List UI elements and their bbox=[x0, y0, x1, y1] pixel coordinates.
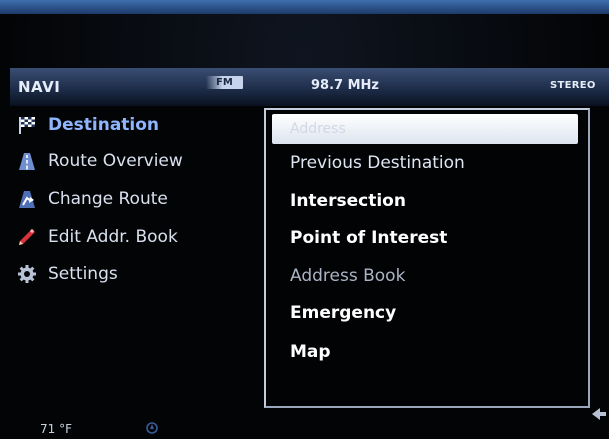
compass-icon bbox=[145, 420, 159, 434]
menu-item-label: Destination bbox=[48, 115, 160, 135]
menu-item-destination[interactable]: Destination bbox=[16, 110, 159, 140]
option-intersection[interactable]: Intersection bbox=[266, 186, 588, 216]
road-icon bbox=[16, 150, 38, 172]
checkered-flag-icon bbox=[16, 114, 38, 136]
menu-item-label: Route Overview bbox=[48, 151, 183, 171]
menu-item-label: Edit Addr. Book bbox=[48, 227, 178, 247]
menu-item-route-overview[interactable]: Route Overview bbox=[16, 146, 183, 176]
option-label: Emergency bbox=[290, 303, 397, 323]
option-previous-destination[interactable]: Previous Destination bbox=[266, 148, 588, 178]
option-label: Address Book bbox=[290, 266, 406, 286]
menu-item-label: Change Route bbox=[48, 189, 168, 209]
option-address[interactable]: Address bbox=[272, 114, 578, 144]
option-map[interactable]: Map bbox=[266, 337, 588, 367]
option-label: Intersection bbox=[290, 191, 406, 211]
stereo-indicator: STEREO bbox=[550, 80, 596, 91]
menu-item-label: Settings bbox=[48, 264, 118, 284]
route-arrow-icon bbox=[16, 188, 38, 210]
option-emergency[interactable]: Emergency bbox=[266, 298, 588, 328]
option-point-of-interest[interactable]: Point of Interest bbox=[266, 223, 588, 253]
outside-temperature: 71 °F bbox=[40, 422, 72, 436]
pencil-icon bbox=[16, 226, 38, 248]
radio-band-badge: FM bbox=[206, 76, 243, 89]
radio-frequency: 98.7 MHz bbox=[311, 78, 379, 93]
screen-title: NAVI bbox=[18, 78, 61, 96]
menu-item-change-route[interactable]: Change Route bbox=[16, 184, 168, 214]
destination-submenu: Address Previous Destination Intersectio… bbox=[264, 108, 590, 408]
option-label: Point of Interest bbox=[290, 228, 448, 248]
menu-item-edit-addr-book[interactable]: Edit Addr. Book bbox=[16, 222, 178, 252]
back-arrow-icon[interactable] bbox=[588, 404, 608, 424]
bottom-status-bar: 71 °F bbox=[10, 404, 609, 439]
option-label: Map bbox=[290, 342, 331, 362]
gear-icon bbox=[16, 263, 38, 285]
top-band bbox=[0, 0, 609, 14]
option-label: Address bbox=[290, 121, 346, 137]
option-label: Previous Destination bbox=[290, 153, 465, 173]
status-bar: NAVI FM 98.7 MHz STEREO bbox=[10, 68, 609, 106]
navigation-screen: NAVI FM 98.7 MHz STEREO Destination Rout… bbox=[10, 68, 609, 439]
menu-item-settings[interactable]: Settings bbox=[16, 259, 118, 289]
option-address-book[interactable]: Address Book bbox=[266, 261, 588, 291]
